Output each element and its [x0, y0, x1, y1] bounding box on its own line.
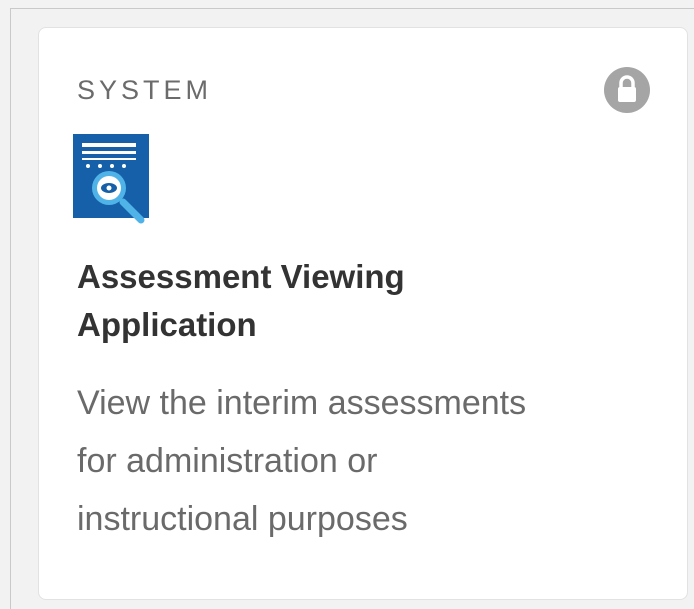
lock-icon	[604, 67, 650, 113]
app-category-label: SYSTEM	[77, 75, 213, 105]
app-description-line-3: instructional purposes	[77, 500, 408, 538]
app-card-assessment-viewing[interactable]: SYSTEM Assessment Viewing Application Vi…	[38, 27, 688, 600]
app-title-line-2: Application	[77, 306, 257, 343]
app-description-line-1: View the interim assessments	[77, 384, 527, 422]
app-title[interactable]: Assessment Viewing Application	[77, 253, 637, 349]
app-description: View the interim assessments for adminis…	[77, 374, 667, 548]
app-description-line-2: for administration or	[77, 442, 378, 480]
assessment-document-search-icon	[73, 134, 153, 226]
app-title-line-1: Assessment Viewing	[77, 258, 405, 295]
